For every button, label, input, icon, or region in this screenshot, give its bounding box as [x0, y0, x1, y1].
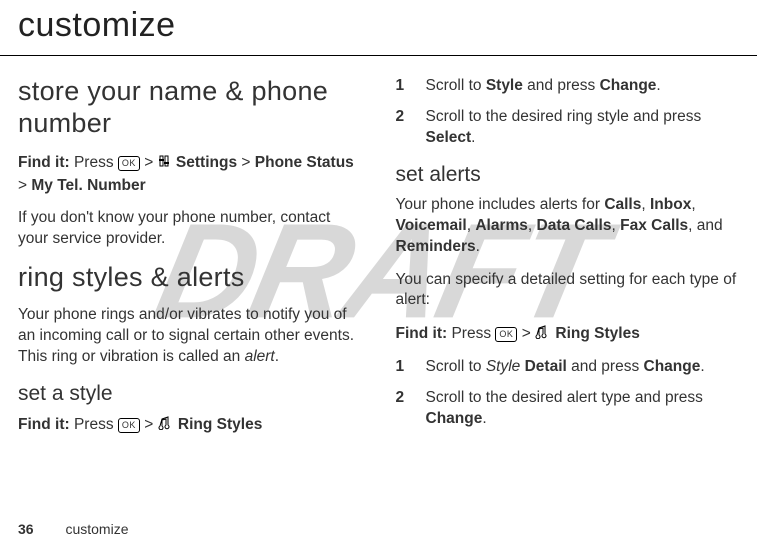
page-content: customize store your name & phone number… — [0, 0, 757, 448]
step-2b: 2 Scroll to the desired alert type and p… — [396, 388, 740, 430]
menu-my-tel-number: My Tel. Number — [31, 177, 145, 194]
ok-key-icon: OK — [495, 327, 517, 342]
gt: > — [144, 154, 153, 171]
text: , and — [688, 217, 722, 234]
heading-set-alerts: set alerts — [396, 163, 740, 187]
alert-reminders: Reminders — [396, 238, 476, 255]
text: . — [476, 238, 480, 255]
text-press: Press — [451, 325, 491, 342]
text: Scroll to the desired alert type and pre… — [426, 389, 703, 406]
heading-ring-styles: ring styles & alerts — [18, 262, 362, 294]
settings-icon — [158, 153, 172, 175]
step-text: Scroll to the desired alert type and pre… — [426, 388, 740, 430]
text: , — [641, 196, 650, 213]
paragraph-store: If you don't know your phone number, con… — [18, 208, 362, 250]
step-text: Scroll to Style and press Change. — [426, 76, 740, 97]
softkey-change: Change — [600, 77, 657, 94]
step-text: Scroll to the desired ring style and pre… — [426, 107, 740, 149]
step-1: 1 Scroll to Style and press Change. — [396, 76, 740, 97]
heading-set-style: set a style — [18, 382, 362, 406]
alert-alarms: Alarms — [475, 217, 528, 234]
find-it-label: Find it: — [18, 154, 70, 171]
gt: > — [522, 325, 531, 342]
alert-datacalls: Data Calls — [537, 217, 612, 234]
step-1b: 1 Scroll to Style Detail and press Chang… — [396, 357, 740, 378]
text: . — [700, 358, 704, 375]
text: , — [691, 196, 695, 213]
gt: > — [241, 154, 250, 171]
ok-key-icon: OK — [118, 156, 140, 171]
alert-calls: Calls — [604, 196, 641, 213]
text: Scroll to — [426, 358, 486, 375]
right-column: 1 Scroll to Style and press Change. 2 Sc… — [396, 76, 740, 448]
step-number: 2 — [396, 388, 410, 430]
heading-store-name: store your name & phone number — [18, 76, 362, 140]
text: Scroll to — [426, 77, 486, 94]
menu-ring-styles: Ring Styles — [178, 416, 262, 433]
step-number: 2 — [396, 107, 410, 149]
text-press: Press — [74, 416, 114, 433]
find-it-store: Find it: Press OK > Settings > Phone Sta… — [18, 152, 362, 198]
step-number: 1 — [396, 357, 410, 378]
text-press: Press — [74, 154, 114, 171]
text: , — [611, 217, 620, 234]
left-column: store your name & phone number Find it: … — [18, 76, 362, 448]
paragraph-specify: You can specify a detailed setting for e… — [396, 270, 740, 312]
page-title: customize — [0, 0, 757, 56]
text: , — [528, 217, 537, 234]
find-it-label: Find it: — [396, 325, 448, 342]
menu-detail: Detail — [525, 358, 567, 375]
menu-style: Style — [486, 77, 523, 94]
columns: store your name & phone number Find it: … — [0, 76, 757, 448]
menu-ring-styles: Ring Styles — [555, 325, 639, 342]
text: . — [471, 129, 475, 146]
gt: > — [144, 416, 153, 433]
menu-phone-status: Phone Status — [255, 154, 354, 171]
ok-key-icon: OK — [118, 418, 140, 433]
alert-voicemail: Voicemail — [396, 217, 467, 234]
softkey-change: Change — [644, 358, 701, 375]
text: . — [275, 348, 279, 365]
variable-style: Style — [486, 358, 520, 375]
find-it-setalerts: Find it: Press OK > Ring Styles — [396, 323, 740, 346]
alert-faxcalls: Fax Calls — [620, 217, 688, 234]
text: Scroll to the desired ring style and pre… — [426, 108, 702, 125]
paragraph-ring: Your phone rings and/or vibrates to noti… — [18, 305, 362, 368]
text: Your phone rings and/or vibrates to noti… — [18, 306, 354, 365]
page-footer: 36 customize — [18, 521, 129, 537]
ring-styles-icon — [158, 415, 174, 437]
text: . — [656, 77, 660, 94]
ring-styles-icon — [535, 324, 551, 346]
alert-inbox: Inbox — [650, 196, 691, 213]
step-text: Scroll to Style Detail and press Change. — [426, 357, 740, 378]
softkey-change: Change — [426, 410, 483, 427]
menu-settings: Settings — [176, 154, 237, 171]
text: . — [482, 410, 486, 427]
term-alert: alert — [245, 348, 275, 365]
find-it-setstyle: Find it: Press OK > Ring Styles — [18, 414, 362, 437]
text: and press — [523, 77, 600, 94]
footer-section: customize — [65, 521, 128, 537]
step-number: 1 — [396, 76, 410, 97]
paragraph-alerts: Your phone includes alerts for Calls, In… — [396, 195, 740, 258]
text: Your phone includes alerts for — [396, 196, 605, 213]
step-2: 2 Scroll to the desired ring style and p… — [396, 107, 740, 149]
find-it-label: Find it: — [18, 416, 70, 433]
gt: > — [18, 177, 27, 194]
text: and press — [567, 358, 644, 375]
softkey-select: Select — [426, 129, 472, 146]
page-number: 36 — [18, 521, 34, 537]
